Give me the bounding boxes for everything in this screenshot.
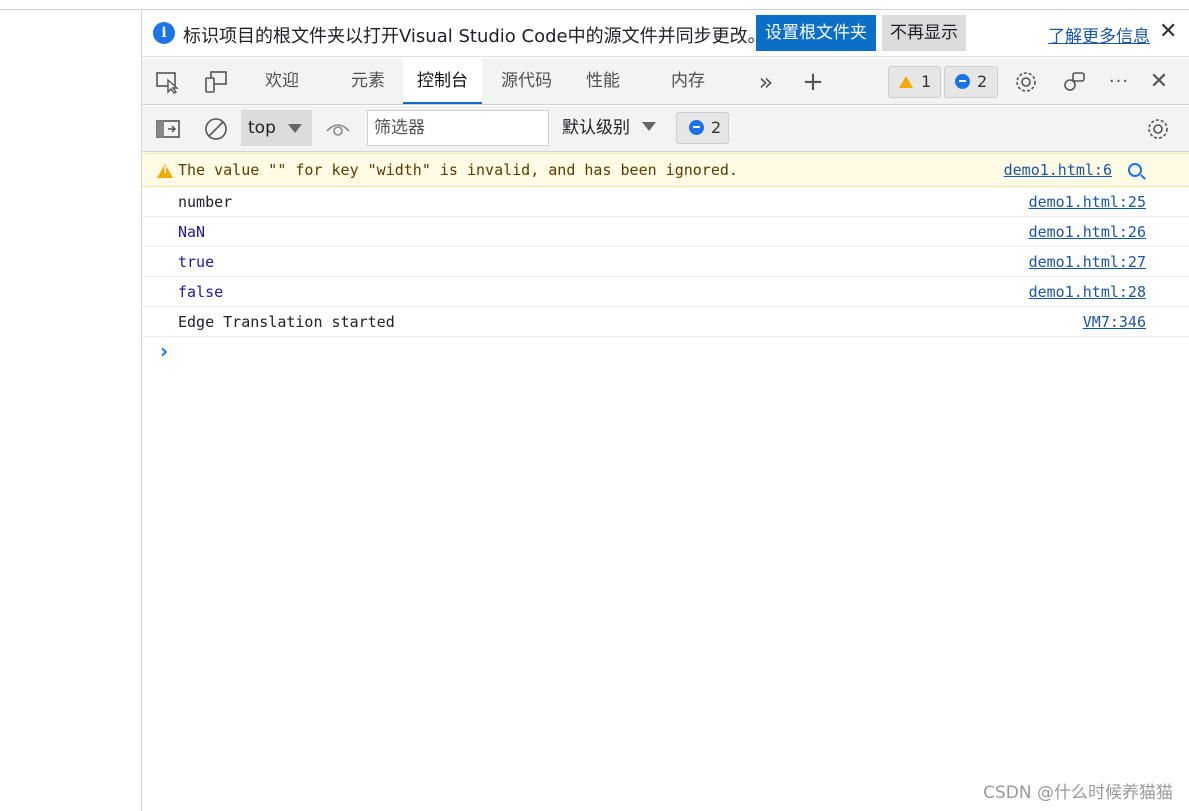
- console-log-row: NaN demo1.html:26: [142, 217, 1189, 247]
- message-icon: [955, 74, 970, 89]
- devtools-panel: i 标识项目的根文件夹以打开Visual Studio Code中的源文件并同步…: [142, 10, 1189, 811]
- source-link[interactable]: VM7:346: [1083, 307, 1146, 337]
- console-log-row: false demo1.html:28: [142, 277, 1189, 307]
- console-prompt[interactable]: ›: [142, 337, 1189, 367]
- close-devtools-icon[interactable]: ✕: [1146, 70, 1172, 94]
- chevron-down-icon: [288, 124, 302, 133]
- console-log-row: number demo1.html:25: [142, 187, 1189, 217]
- warnings-badge[interactable]: 1: [888, 66, 941, 98]
- settings-gear-icon[interactable]: [1013, 70, 1039, 94]
- source-link[interactable]: demo1.html:6: [1004, 154, 1112, 186]
- prompt-chevron-icon: ›: [160, 339, 169, 363]
- console-log-row: Edge Translation started VM7:346: [142, 307, 1189, 337]
- log-message: false: [178, 283, 224, 301]
- source-link[interactable]: demo1.html:28: [1029, 277, 1146, 307]
- log-message: NaN: [178, 223, 206, 241]
- source-link[interactable]: demo1.html:26: [1029, 217, 1146, 247]
- tab-memory[interactable]: 内存: [671, 58, 705, 104]
- browser-top-edge: [0, 0, 1189, 10]
- live-expression-eye-icon[interactable]: [325, 117, 351, 141]
- clear-console-icon[interactable]: [203, 117, 229, 141]
- console-settings-gear-icon[interactable]: [1145, 117, 1171, 141]
- more-options-icon[interactable]: ···: [1106, 70, 1132, 94]
- infobar-message: 标识项目的根文件夹以打开Visual Studio Code中的源文件并同步更改…: [183, 26, 766, 47]
- inspect-element-icon[interactable]: [155, 70, 181, 94]
- page-viewport: [0, 10, 142, 811]
- tab-sources[interactable]: 源代码: [501, 58, 552, 104]
- console-log-row: true demo1.html:27: [142, 247, 1189, 277]
- warnings-count: 1: [921, 72, 932, 91]
- devtools-tabbar: 欢迎 元素 控制台 源代码 性能 内存 » + 1 2 ··· ✕: [142, 58, 1189, 105]
- log-message: true: [178, 253, 215, 271]
- feedback-icon[interactable]: [1061, 70, 1087, 94]
- context-selector[interactable]: top: [241, 110, 312, 146]
- search-icon[interactable]: [1128, 163, 1142, 177]
- infobar-close-icon[interactable]: ✕: [1159, 19, 1177, 45]
- source-link[interactable]: demo1.html:25: [1029, 187, 1146, 217]
- info-icon: i: [153, 22, 175, 44]
- log-level-value: 默认级别: [562, 118, 630, 138]
- messages-badge[interactable]: 2: [944, 66, 998, 98]
- infobar: i 标识项目的根文件夹以打开Visual Studio Code中的源文件并同步…: [142, 10, 1189, 57]
- console-filter-input[interactable]: [367, 110, 549, 146]
- console-output: The value "" for key "width" is invalid,…: [142, 153, 1189, 367]
- add-tab-icon[interactable]: +: [800, 69, 826, 95]
- console-messages-count: 2: [711, 118, 722, 137]
- tab-elements[interactable]: 元素: [351, 58, 385, 104]
- console-messages-badge[interactable]: 2: [676, 112, 729, 144]
- watermark: CSDN @什么时候养猫猫: [983, 783, 1173, 803]
- log-message: number: [178, 193, 233, 211]
- warning-message: The value "" for key "width" is invalid,…: [178, 161, 738, 179]
- context-value: top: [248, 118, 276, 138]
- dont-show-again-button[interactable]: 不再显示: [882, 15, 966, 51]
- console-warning-row: The value "" for key "width" is invalid,…: [142, 153, 1189, 187]
- sidebar-toggle-icon[interactable]: [155, 117, 181, 141]
- source-link[interactable]: demo1.html:27: [1029, 247, 1146, 277]
- set-root-folder-button[interactable]: 设置根文件夹: [756, 15, 876, 51]
- tab-performance[interactable]: 性能: [586, 58, 620, 104]
- warning-icon: [899, 76, 913, 88]
- tab-welcome[interactable]: 欢迎: [265, 58, 299, 104]
- device-emulation-icon[interactable]: [203, 70, 229, 94]
- chevron-down-icon: [642, 122, 656, 131]
- log-message: Edge Translation started: [178, 313, 395, 331]
- messages-count: 2: [977, 72, 988, 91]
- log-level-selector[interactable]: 默认级别: [562, 110, 656, 146]
- message-icon: [689, 120, 704, 135]
- more-tabs-icon[interactable]: »: [753, 70, 779, 94]
- tab-console[interactable]: 控制台: [403, 58, 482, 104]
- learn-more-link[interactable]: 了解更多信息: [1048, 22, 1150, 47]
- warning-icon: [157, 164, 173, 178]
- console-toolbar: top 默认级别 2: [142, 106, 1189, 152]
